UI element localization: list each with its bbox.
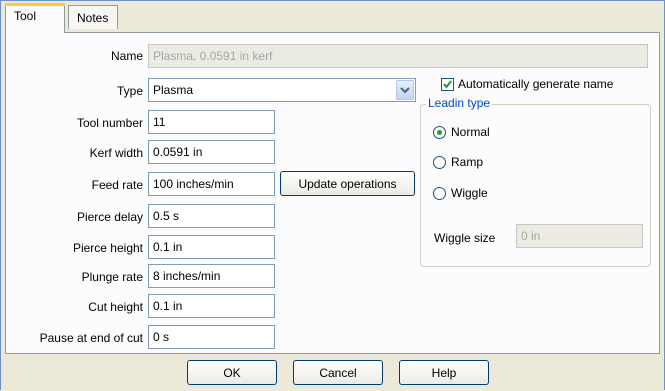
wiggle-size-field: 0 in — [516, 224, 643, 248]
tool-panel: Name Plasma, 0.0591 in kerf Type Plasma … — [5, 32, 660, 354]
chevron-down-icon[interactable] — [396, 80, 414, 100]
radio-wiggle[interactable] — [433, 187, 446, 200]
tool-dialog: Tool Notes Name Plasma, 0.0591 in kerf T… — [0, 0, 665, 391]
feed-rate-field[interactable]: 100 inches/min — [148, 172, 275, 196]
cancel-button[interactable]: Cancel — [293, 360, 383, 385]
radio-dot-icon — [437, 130, 442, 135]
name-field: Plasma, 0.0591 in kerf — [148, 44, 648, 68]
radio-ramp-label[interactable]: Ramp — [451, 155, 483, 169]
checkmark-icon — [443, 80, 452, 89]
type-label: Type — [116, 84, 143, 98]
cut-height-field[interactable]: 0.1 in — [148, 294, 275, 318]
tab-tool[interactable]: Tool — [5, 3, 65, 33]
pierce-delay-label: Pierce delay — [76, 210, 143, 224]
kerf-width-label: Kerf width — [89, 146, 143, 160]
plunge-rate-label: Plunge rate — [81, 270, 143, 284]
radio-normal-label[interactable]: Normal — [451, 125, 490, 139]
pierce-delay-field[interactable]: 0.5 s — [148, 204, 275, 228]
tab-tool-label: Tool — [14, 9, 37, 23]
pierce-height-label: Pierce height — [72, 241, 143, 255]
name-label: Name — [110, 49, 143, 63]
feed-rate-label: Feed rate — [91, 178, 143, 192]
update-operations-button[interactable]: Update operations — [280, 171, 415, 196]
plunge-rate-field[interactable]: 8 inches/min — [148, 264, 275, 288]
tool-number-field[interactable]: 11 — [148, 110, 275, 134]
pause-field[interactable]: 0 s — [148, 325, 275, 349]
pause-label: Pause at end of cut — [39, 331, 143, 345]
ok-button[interactable]: OK — [187, 360, 277, 385]
tab-bar: Tool Notes — [1, 1, 664, 33]
button-bar: OK Cancel Help — [1, 354, 664, 391]
auto-name-checkbox[interactable] — [441, 78, 454, 91]
type-select-value: Plasma — [153, 83, 194, 97]
radio-normal[interactable] — [433, 126, 446, 139]
cut-height-label: Cut height — [88, 300, 143, 314]
tool-number-label: Tool number — [76, 116, 143, 130]
tab-notes[interactable]: Notes — [68, 5, 118, 29]
help-button[interactable]: Help — [399, 360, 489, 385]
pierce-height-field[interactable]: 0.1 in — [148, 235, 275, 259]
auto-name-label[interactable]: Automatically generate name — [458, 77, 613, 91]
radio-wiggle-label[interactable]: Wiggle — [451, 186, 488, 200]
radio-ramp[interactable] — [433, 156, 446, 169]
wiggle-size-label: Wiggle size — [434, 231, 496, 245]
tab-notes-label: Notes — [77, 11, 109, 25]
type-select[interactable]: Plasma — [148, 78, 416, 102]
leadin-legend: Leadin type — [426, 96, 493, 110]
kerf-width-field[interactable]: 0.0591 in — [148, 140, 275, 164]
